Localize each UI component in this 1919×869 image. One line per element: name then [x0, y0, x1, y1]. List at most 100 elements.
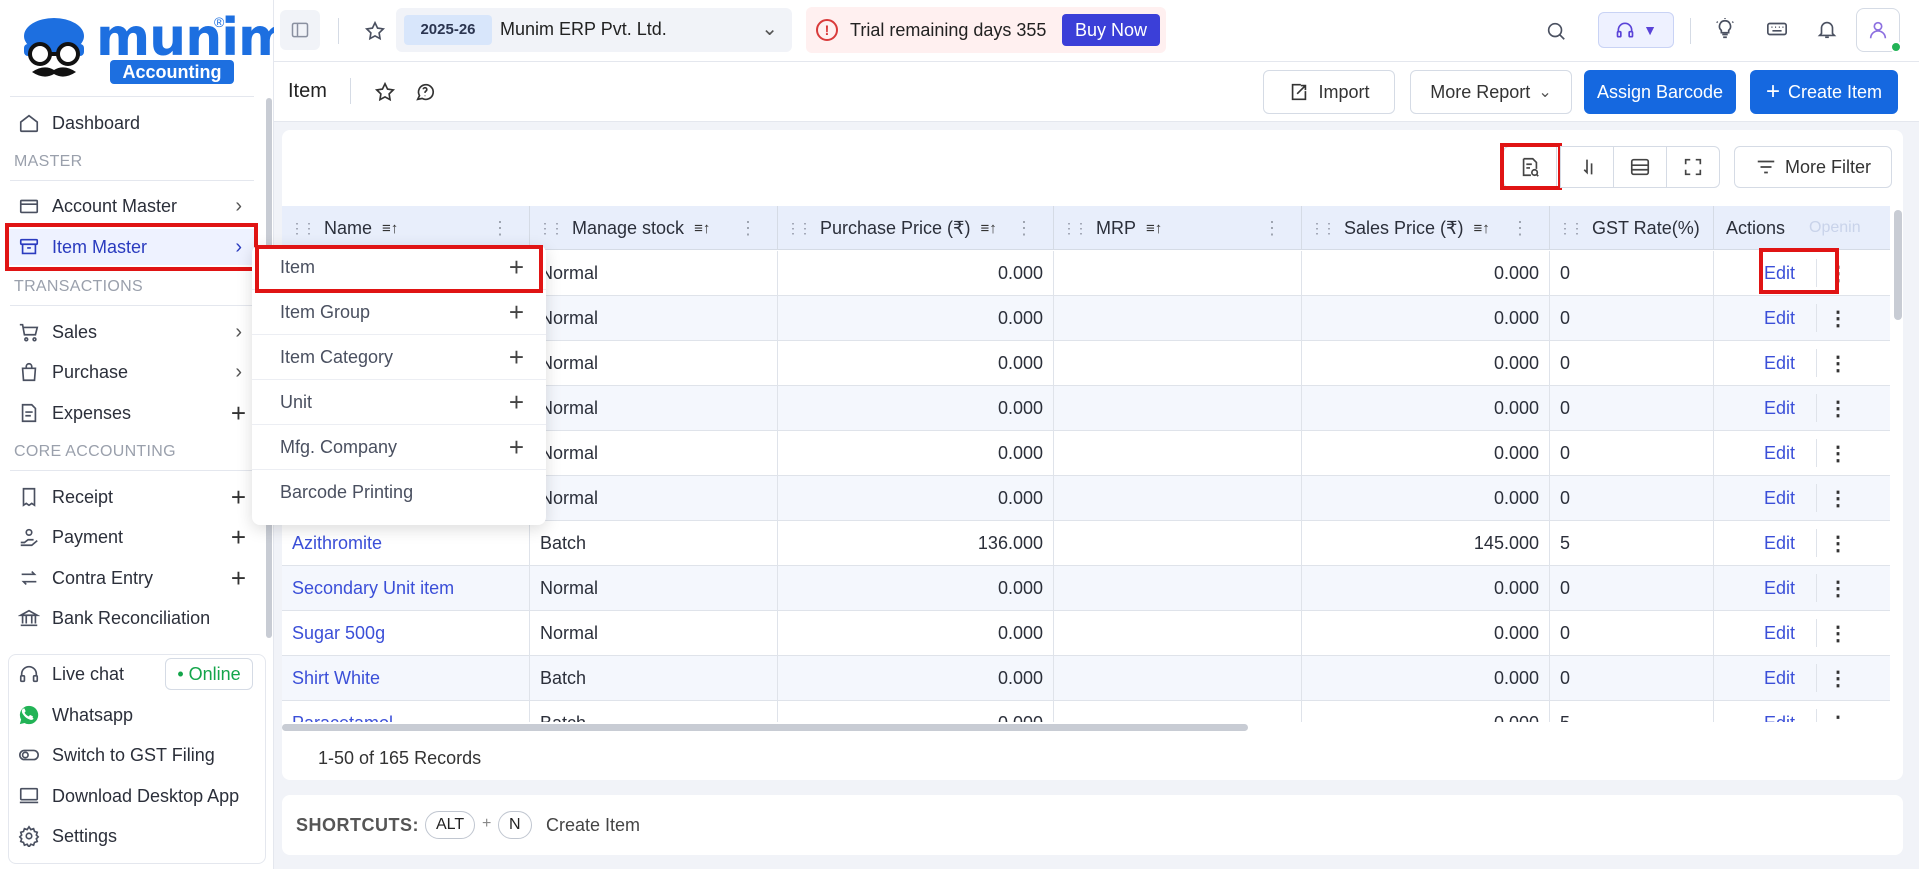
menu-item-item-category[interactable]: Item Category +: [252, 335, 546, 380]
edit-button[interactable]: Edit: [1764, 578, 1795, 599]
sidebar-item-contra-entry[interactable]: Contra Entry +: [8, 560, 256, 596]
edit-button[interactable]: Edit: [1764, 533, 1795, 554]
buy-now-button[interactable]: Buy Now: [1062, 14, 1160, 46]
row-menu-icon[interactable]: ⋮: [1828, 486, 1848, 511]
cell-name[interactable]: Secondary Unit item: [282, 566, 530, 611]
cell-name[interactable]: Shirt White: [282, 656, 530, 701]
notification-icon[interactable]: [1810, 12, 1844, 46]
row-menu-icon[interactable]: ⋮: [1828, 351, 1848, 376]
settings-link[interactable]: Settings: [8, 818, 256, 854]
import-button[interactable]: Import: [1263, 70, 1395, 114]
horizontal-scrollbar[interactable]: [282, 724, 1248, 731]
keyboard-icon[interactable]: [1760, 12, 1794, 46]
switch-gst-link[interactable]: Switch to GST Filing: [8, 737, 256, 773]
company-selector[interactable]: 2025-26 Munim ERP Pvt. Ltd. ⌄: [396, 8, 792, 52]
column-header-mrp[interactable]: ⋮⋮ MRP ≡↑ ⋮: [1054, 206, 1302, 250]
sort-icon[interactable]: ≡↑: [382, 220, 398, 237]
table-row[interactable]: Sugar 500g Normal 0.000 0.000 0 Edit ⋮: [282, 611, 1890, 656]
table-row[interactable]: Azithromite Batch 136.000 145.000 5 Edit ⋮: [282, 521, 1890, 566]
sort-icon[interactable]: ≡↑: [694, 220, 710, 237]
edit-button[interactable]: Edit: [1764, 713, 1795, 722]
plus-icon[interactable]: +: [231, 398, 246, 429]
density-icon[interactable]: [1613, 146, 1667, 188]
column-menu-icon[interactable]: ⋮: [1511, 218, 1529, 239]
edit-button[interactable]: Edit: [1764, 443, 1795, 464]
row-menu-icon[interactable]: ⋮: [1828, 396, 1848, 421]
drag-handle-icon[interactable]: ⋮⋮: [538, 220, 564, 237]
row-menu-icon[interactable]: ⋮: [1828, 621, 1848, 646]
row-menu-icon[interactable]: ⋮: [1828, 261, 1848, 286]
menu-item-item[interactable]: Item +: [252, 245, 546, 290]
plus-icon[interactable]: +: [231, 563, 246, 594]
column-header-gst-rate[interactable]: ⋮⋮ GST Rate(%): [1550, 206, 1714, 250]
row-menu-icon[interactable]: ⋮: [1828, 711, 1848, 722]
plus-icon[interactable]: +: [509, 342, 524, 373]
menu-item-barcode-printing[interactable]: Barcode Printing: [252, 470, 546, 515]
sort-icon[interactable]: [1560, 146, 1614, 188]
edit-button[interactable]: Edit: [1764, 488, 1795, 509]
cell-name[interactable]: Sugar 500g: [282, 611, 530, 656]
assign-barcode-button[interactable]: Assign Barcode: [1584, 70, 1736, 114]
favorite-star-icon[interactable]: [368, 75, 402, 109]
drag-handle-icon[interactable]: ⋮⋮: [1558, 220, 1584, 237]
row-menu-icon[interactable]: ⋮: [1828, 576, 1848, 601]
sidebar-item-item-master[interactable]: Item Master ›: [8, 229, 256, 265]
menu-item-item-group[interactable]: Item Group +: [252, 290, 546, 335]
column-menu-icon[interactable]: ⋮: [491, 218, 509, 239]
drag-handle-icon[interactable]: ⋮⋮: [786, 220, 812, 237]
row-menu-icon[interactable]: ⋮: [1828, 666, 1848, 691]
drag-handle-icon[interactable]: ⋮⋮: [1062, 220, 1088, 237]
plus-icon[interactable]: +: [231, 522, 246, 553]
sidebar-item-expenses[interactable]: Expenses +: [8, 395, 256, 431]
column-menu-icon[interactable]: ⋮: [1015, 218, 1033, 239]
row-menu-icon[interactable]: ⋮: [1828, 306, 1848, 331]
plus-icon[interactable]: +: [231, 482, 246, 513]
column-header-sales-price[interactable]: ⋮⋮ Sales Price (₹) ≡↑ ⋮: [1302, 206, 1550, 250]
user-avatar[interactable]: [1856, 8, 1902, 53]
column-menu-icon[interactable]: ⋮: [739, 218, 757, 239]
table-row[interactable]: ParacetamolBatch0.0000.0005Edit⋮: [282, 701, 1890, 722]
sidebar-item-dashboard[interactable]: Dashboard: [8, 105, 256, 141]
edit-button[interactable]: Edit: [1764, 353, 1795, 374]
drag-handle-icon[interactable]: ⋮⋮: [1310, 220, 1336, 237]
row-menu-icon[interactable]: ⋮: [1828, 531, 1848, 556]
whatsapp-link[interactable]: Whatsapp: [8, 697, 256, 733]
plus-icon[interactable]: +: [509, 297, 524, 328]
more-filter-button[interactable]: More Filter: [1734, 146, 1892, 188]
column-header-manage-stock[interactable]: ⋮⋮ Manage stock ≡↑ ⋮: [530, 206, 778, 250]
drag-handle-icon[interactable]: ⋮⋮: [290, 220, 316, 237]
edit-button[interactable]: Edit: [1764, 398, 1795, 419]
sidebar-item-payment[interactable]: Payment +: [8, 519, 256, 555]
star-icon[interactable]: [358, 14, 392, 48]
brand-logo[interactable]: munim ® Accounting: [18, 8, 292, 86]
menu-item-mfg-company[interactable]: Mfg. Company +: [252, 425, 546, 470]
column-menu-icon[interactable]: ⋮: [1263, 218, 1281, 239]
column-header-name[interactable]: ⋮⋮ Name ≡↑ ⋮: [282, 206, 530, 250]
sidebar-item-purchase[interactable]: Purchase ›: [8, 354, 256, 390]
sort-icon[interactable]: ≡↑: [981, 220, 997, 237]
table-row[interactable]: Shirt White Batch 0.000 0.000 0 Edit ⋮: [282, 656, 1890, 701]
edit-button[interactable]: Edit: [1764, 308, 1795, 329]
sort-icon[interactable]: ≡↑: [1473, 220, 1489, 237]
download-desktop-link[interactable]: Download Desktop App: [8, 778, 256, 814]
plus-icon[interactable]: +: [509, 252, 524, 283]
menu-item-unit[interactable]: Unit +: [252, 380, 546, 425]
row-menu-icon[interactable]: ⋮: [1828, 441, 1848, 466]
sidebar-item-account-master[interactable]: Account Master ›: [8, 188, 256, 224]
support-button[interactable]: ▼: [1598, 12, 1674, 48]
sort-icon[interactable]: ≡↑: [1146, 220, 1162, 237]
sidebar-toggle-icon[interactable]: [280, 10, 320, 50]
search-icon[interactable]: [1539, 14, 1573, 48]
vertical-scrollbar[interactable]: [1894, 210, 1902, 320]
sidebar-item-bank-reconciliation[interactable]: Bank Reconciliation: [8, 600, 256, 636]
plus-icon[interactable]: +: [509, 432, 524, 463]
bulb-icon[interactable]: [1708, 12, 1742, 46]
report-search-icon[interactable]: [1503, 146, 1557, 188]
column-header-purchase-price[interactable]: ⋮⋮ Purchase Price (₹) ≡↑ ⋮: [778, 206, 1054, 250]
sidebar-item-receipt[interactable]: Receipt +: [8, 479, 256, 515]
sidebar-item-sales[interactable]: Sales ›: [8, 314, 256, 350]
table-row[interactable]: Secondary Unit item Normal 0.000 0.000 0 Edit…: [282, 566, 1890, 611]
edit-button[interactable]: Edit: [1764, 623, 1795, 644]
edit-button[interactable]: Edit: [1764, 668, 1795, 689]
help-icon[interactable]: [408, 75, 442, 109]
